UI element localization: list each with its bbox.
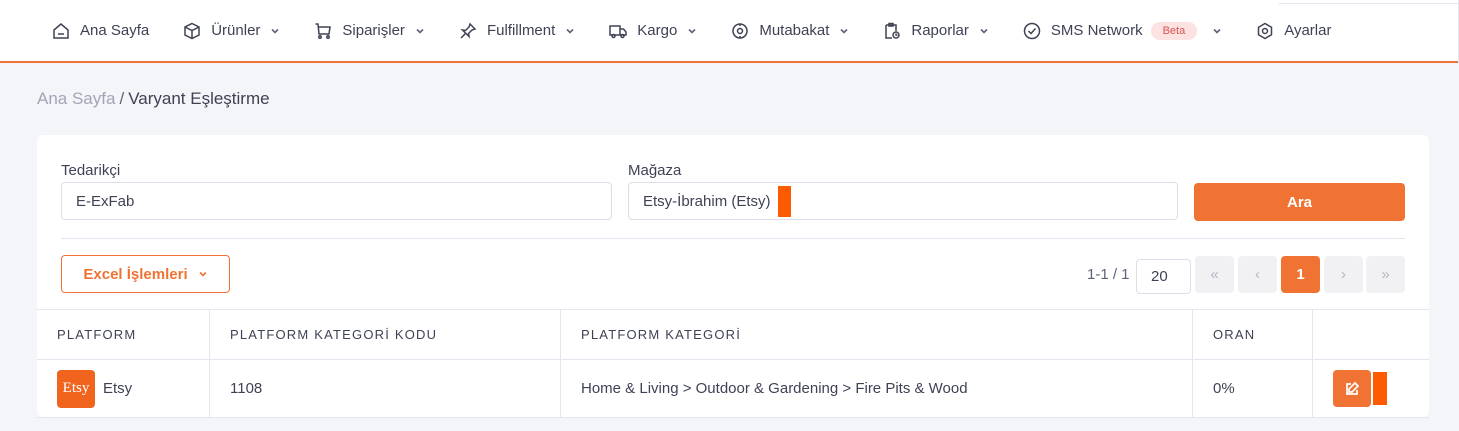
nav-item-home[interactable]: Ana Sayfa (52, 0, 149, 61)
cell-platform: Etsy Etsy (37, 360, 210, 417)
box-icon (183, 22, 201, 40)
nav-item-label: Ürünler (211, 22, 261, 39)
home-icon (52, 22, 70, 40)
nav-item-orders[interactable]: Siparişler (314, 0, 425, 61)
next-page-button[interactable]: › (1324, 256, 1363, 293)
table-row: Etsy Etsy 1108 Home & Living > Outdoor &… (37, 360, 1429, 418)
nav-item-label: Kargo (637, 22, 678, 39)
prev-page-button[interactable]: ‹ (1238, 256, 1277, 293)
highlight-marker (777, 185, 791, 217)
highlight-marker (1373, 372, 1387, 405)
breadcrumb-separator: / (119, 89, 125, 108)
store-label: Mağaza (628, 162, 682, 179)
beta-badge: Beta (1150, 21, 1198, 40)
chevron-down-icon (270, 26, 280, 36)
header-platform: PLATFORM (37, 310, 210, 359)
etsy-logo: Etsy (57, 369, 95, 408)
nav-item-reconciliation[interactable]: Mutabakat (731, 0, 849, 61)
page-size-input[interactable]: 20 (1136, 259, 1191, 294)
reconcile-icon (731, 22, 749, 40)
store-value: Etsy-İbrahim (Etsy) (643, 192, 771, 210)
cart-icon (314, 22, 332, 40)
nav-item-sms-network[interactable]: SMS Network Beta (1023, 0, 1222, 61)
platform-name: Etsy (103, 380, 133, 397)
nav-item-label: Raporlar (911, 22, 969, 39)
nav-item-products[interactable]: Ürünler (183, 0, 280, 61)
breadcrumb-home-link[interactable]: Ana Sayfa (37, 89, 115, 108)
excel-actions-button[interactable]: Excel İşlemleri (61, 255, 230, 293)
table-header-row: PLATFORM PLATFORM KATEGORİ KODU PLATFORM… (37, 310, 1429, 360)
nav-item-fulfillment[interactable]: Fulfillment (459, 0, 575, 61)
chevron-down-icon (839, 26, 849, 36)
truck-icon (609, 22, 628, 40)
cell-category-code: 1108 (210, 360, 561, 417)
nav-item-label: Siparişler (342, 22, 405, 39)
supplier-select[interactable]: E-ExFab (61, 182, 612, 220)
header-category: PLATFORM KATEGORİ (561, 310, 1193, 359)
last-page-button[interactable]: » (1366, 256, 1405, 293)
settings-icon (1256, 22, 1274, 40)
first-page-button[interactable]: « (1195, 256, 1234, 293)
store-select[interactable]: Etsy-İbrahim (Etsy) (628, 182, 1178, 220)
nav-item-label: Ayarlar (1284, 22, 1332, 39)
nav-item-settings[interactable]: Ayarlar (1256, 0, 1331, 61)
top-navbar: Ana Sayfa Ürünler Siparişler Fulfillment… (0, 0, 1459, 63)
chevron-down-icon (1212, 26, 1222, 36)
main-card: Tedarikçi E-ExFab Mağaza Etsy-İbrahim (E… (37, 135, 1429, 418)
cell-actions (1313, 360, 1429, 417)
breadcrumb: Ana Sayfa / Varyant Eşleştirme (37, 89, 270, 109)
chevron-down-icon (687, 26, 697, 36)
nav-item-label: Mutabakat (759, 22, 830, 39)
edit-icon (1346, 381, 1360, 395)
header-category-code: PLATFORM KATEGORİ KODU (210, 310, 561, 359)
check-circle-icon (1023, 22, 1041, 40)
nav-item-reports[interactable]: Raporlar (883, 0, 989, 61)
chevron-down-icon (415, 26, 425, 36)
nav-item-label: Fulfillment (486, 22, 556, 39)
mapping-table: PLATFORM PLATFORM KATEGORİ KODU PLATFORM… (37, 309, 1429, 418)
chevron-down-icon (979, 26, 989, 36)
supplier-label: Tedarikçi (61, 162, 121, 179)
edit-button[interactable] (1333, 370, 1371, 407)
cell-ratio: 0% (1193, 360, 1313, 417)
supplier-value: E-ExFab (76, 192, 135, 210)
nav-item-shipping[interactable]: Kargo (609, 0, 697, 61)
page-1-button[interactable]: 1 (1281, 256, 1320, 293)
search-button[interactable]: Ara (1194, 183, 1405, 221)
nav-item-label: Ana Sayfa (80, 22, 150, 39)
cell-category: Home & Living > Outdoor & Gardening > Fi… (561, 360, 1193, 417)
nav-item-label: SMS Network (1050, 22, 1143, 39)
pin-icon (459, 22, 477, 40)
header-actions (1313, 310, 1429, 359)
divider (61, 238, 1405, 239)
chevron-down-icon (565, 26, 575, 36)
chevron-down-icon (199, 271, 207, 277)
pagination-count: 1-1 / 1 (1087, 266, 1130, 283)
report-icon (883, 22, 901, 40)
header-ratio: ORAN (1193, 310, 1313, 359)
page-title: Varyant Eşleştirme (128, 89, 270, 108)
nav-menu: Ana Sayfa Ürünler Siparişler Fulfillment… (52, 0, 1365, 61)
excel-actions-label: Excel İşlemleri (83, 265, 188, 283)
